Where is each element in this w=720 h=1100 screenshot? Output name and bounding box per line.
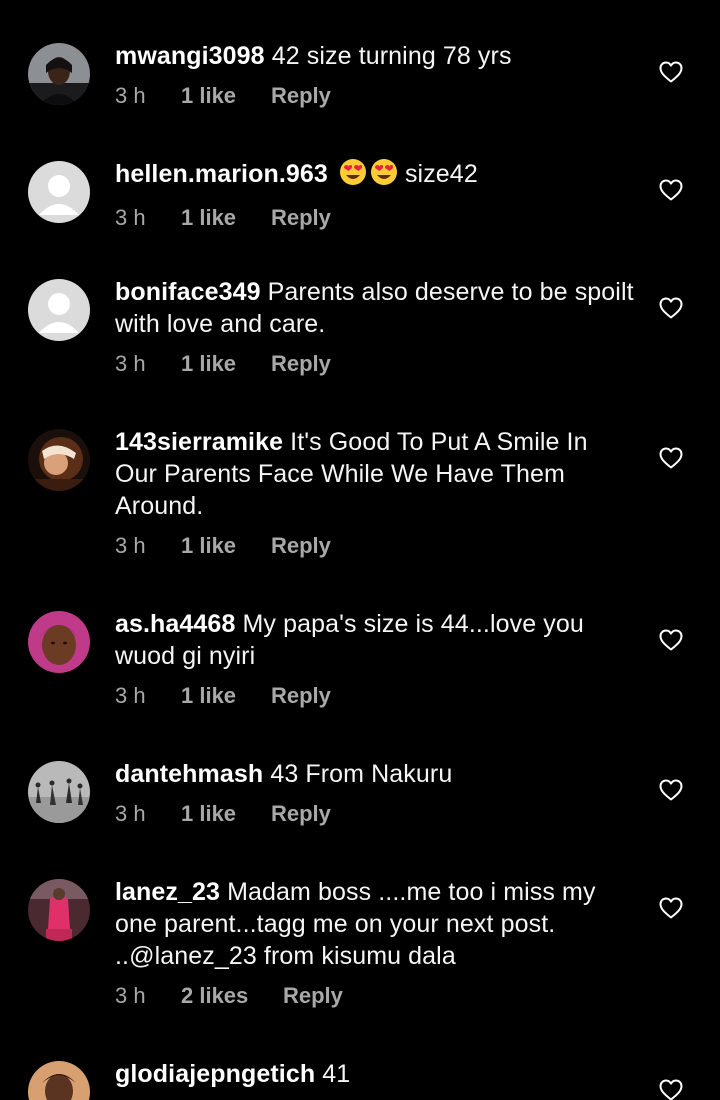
comment-text-block: dantehmash 43 From Nakuru xyxy=(115,758,635,790)
comment-body: lanez_23 Madam boss ....me too i miss my… xyxy=(115,876,635,1009)
reply-button[interactable]: Reply xyxy=(271,533,331,559)
like-button[interactable] xyxy=(659,897,683,919)
comment-text: 43 From Nakuru xyxy=(270,760,453,788)
comment-likes[interactable]: 1 like xyxy=(181,351,271,377)
emoji-group xyxy=(339,158,401,194)
like-button[interactable] xyxy=(659,1079,683,1100)
comment-body: 143sierramike It's Good To Put A Smile I… xyxy=(115,426,635,559)
comment-body: glodiajepngetich 41 xyxy=(115,1058,635,1090)
profile-photo-icon xyxy=(28,761,90,823)
comment-body: hellen.marion.963 size42 3 h 1 like Repl… xyxy=(115,158,635,231)
comment-time: 3 h xyxy=(115,351,146,376)
profile-photo-icon xyxy=(28,429,90,491)
comment-text-block: as.ha4468 My papa's size is 44...love yo… xyxy=(115,608,635,672)
comment-text-block: hellen.marion.963 size42 xyxy=(115,158,635,194)
profile-photo-icon xyxy=(28,1061,90,1100)
comment-time: 3 h xyxy=(115,533,146,558)
comment-body: as.ha4468 My papa's size is 44...love yo… xyxy=(115,608,635,709)
like-button[interactable] xyxy=(659,447,683,469)
comment-meta: 3 h 1 like Reply xyxy=(115,83,635,109)
comment-time: 3 h xyxy=(115,683,146,708)
like-button[interactable] xyxy=(659,61,683,83)
comment-body: dantehmash 43 From Nakuru 3 h 1 like Reply xyxy=(115,758,635,827)
comment-username[interactable]: mwangi3098 xyxy=(115,42,265,70)
avatar[interactable] xyxy=(28,879,90,941)
comment-likes[interactable]: 1 like xyxy=(181,801,271,827)
comment-meta: 3 h 1 like Reply xyxy=(115,205,635,231)
comment-likes[interactable]: 1 like xyxy=(181,683,271,709)
comment-likes[interactable]: 2 likes xyxy=(181,983,283,1009)
heart-outline-icon xyxy=(659,897,683,919)
comment-text-block: mwangi3098 42 size turning 78 yrs xyxy=(115,40,635,72)
like-button[interactable] xyxy=(659,629,683,651)
heart-outline-icon xyxy=(659,447,683,469)
avatar[interactable] xyxy=(28,611,90,673)
comment-text-block: glodiajepngetich 41 xyxy=(115,1058,635,1090)
comment-time: 3 h xyxy=(115,83,146,108)
avatar[interactable] xyxy=(28,279,90,341)
comment-username[interactable]: boniface349 xyxy=(115,278,261,306)
comment-username[interactable]: 143sierramike xyxy=(115,428,283,456)
reply-button[interactable]: Reply xyxy=(271,205,331,231)
profile-photo-icon xyxy=(28,879,90,941)
comment-meta: 3 h 1 like Reply xyxy=(115,533,635,559)
comment-likes[interactable]: 1 like xyxy=(181,83,271,109)
heart-outline-icon xyxy=(659,297,683,319)
like-button[interactable] xyxy=(659,179,683,201)
comment-time: 3 h xyxy=(115,801,146,826)
comment-meta: 3 h 2 likes Reply xyxy=(115,983,635,1009)
default-avatar-icon xyxy=(28,161,90,223)
comment-text-block: 143sierramike It's Good To Put A Smile I… xyxy=(115,426,635,522)
default-avatar-icon xyxy=(28,279,90,341)
comment-likes[interactable]: 1 like xyxy=(181,533,271,559)
avatar[interactable] xyxy=(28,161,90,223)
comment-text-block: boniface349 Parents also deserve to be s… xyxy=(115,276,635,340)
comment-text: 41 xyxy=(322,1060,351,1088)
reply-button[interactable]: Reply xyxy=(271,83,331,109)
comment-username[interactable]: hellen.marion.963 xyxy=(115,160,328,188)
reply-button[interactable]: Reply xyxy=(283,983,343,1009)
heart-outline-icon xyxy=(659,61,683,83)
comment-time: 3 h xyxy=(115,983,146,1008)
comment-text: size42 xyxy=(404,160,478,188)
avatar[interactable] xyxy=(28,1061,90,1100)
avatar[interactable] xyxy=(28,429,90,491)
reply-button[interactable]: Reply xyxy=(271,801,331,827)
reply-button[interactable]: Reply xyxy=(271,351,331,377)
comment-meta: 3 h 1 like Reply xyxy=(115,683,635,709)
avatar[interactable] xyxy=(28,43,90,105)
heart-outline-icon xyxy=(659,779,683,801)
comment-time: 3 h xyxy=(115,205,146,230)
heart-outline-icon xyxy=(659,1079,683,1100)
comment-text: 42 size turning 78 yrs xyxy=(271,42,512,70)
comments-list: mwangi3098 42 size turning 78 yrs 3 h 1 l… xyxy=(0,0,720,1100)
avatar[interactable] xyxy=(28,761,90,823)
comment-likes[interactable]: 1 like xyxy=(181,205,271,231)
profile-photo-icon xyxy=(28,611,90,673)
comment-username[interactable]: as.ha4468 xyxy=(115,610,235,638)
reply-button[interactable]: Reply xyxy=(271,683,331,709)
like-button[interactable] xyxy=(659,779,683,801)
heart-outline-icon xyxy=(659,629,683,651)
comment-username[interactable]: glodiajepngetich xyxy=(115,1060,315,1088)
comment-text-block: lanez_23 Madam boss ....me too i miss my… xyxy=(115,876,635,972)
heart-outline-icon xyxy=(659,179,683,201)
comment-body: mwangi3098 42 size turning 78 yrs 3 h 1 l… xyxy=(115,40,635,109)
comment-username[interactable]: lanez_23 xyxy=(115,878,220,906)
heart-eyes-emoji-icon xyxy=(339,159,366,185)
like-button[interactable] xyxy=(659,297,683,319)
comment-username[interactable]: dantehmash xyxy=(115,760,263,788)
heart-eyes-emoji-icon xyxy=(370,159,397,185)
comment-meta: 3 h 1 like Reply xyxy=(115,351,635,377)
comment-body: boniface349 Parents also deserve to be s… xyxy=(115,276,635,377)
comment-meta: 3 h 1 like Reply xyxy=(115,801,635,827)
profile-photo-icon xyxy=(28,43,90,105)
